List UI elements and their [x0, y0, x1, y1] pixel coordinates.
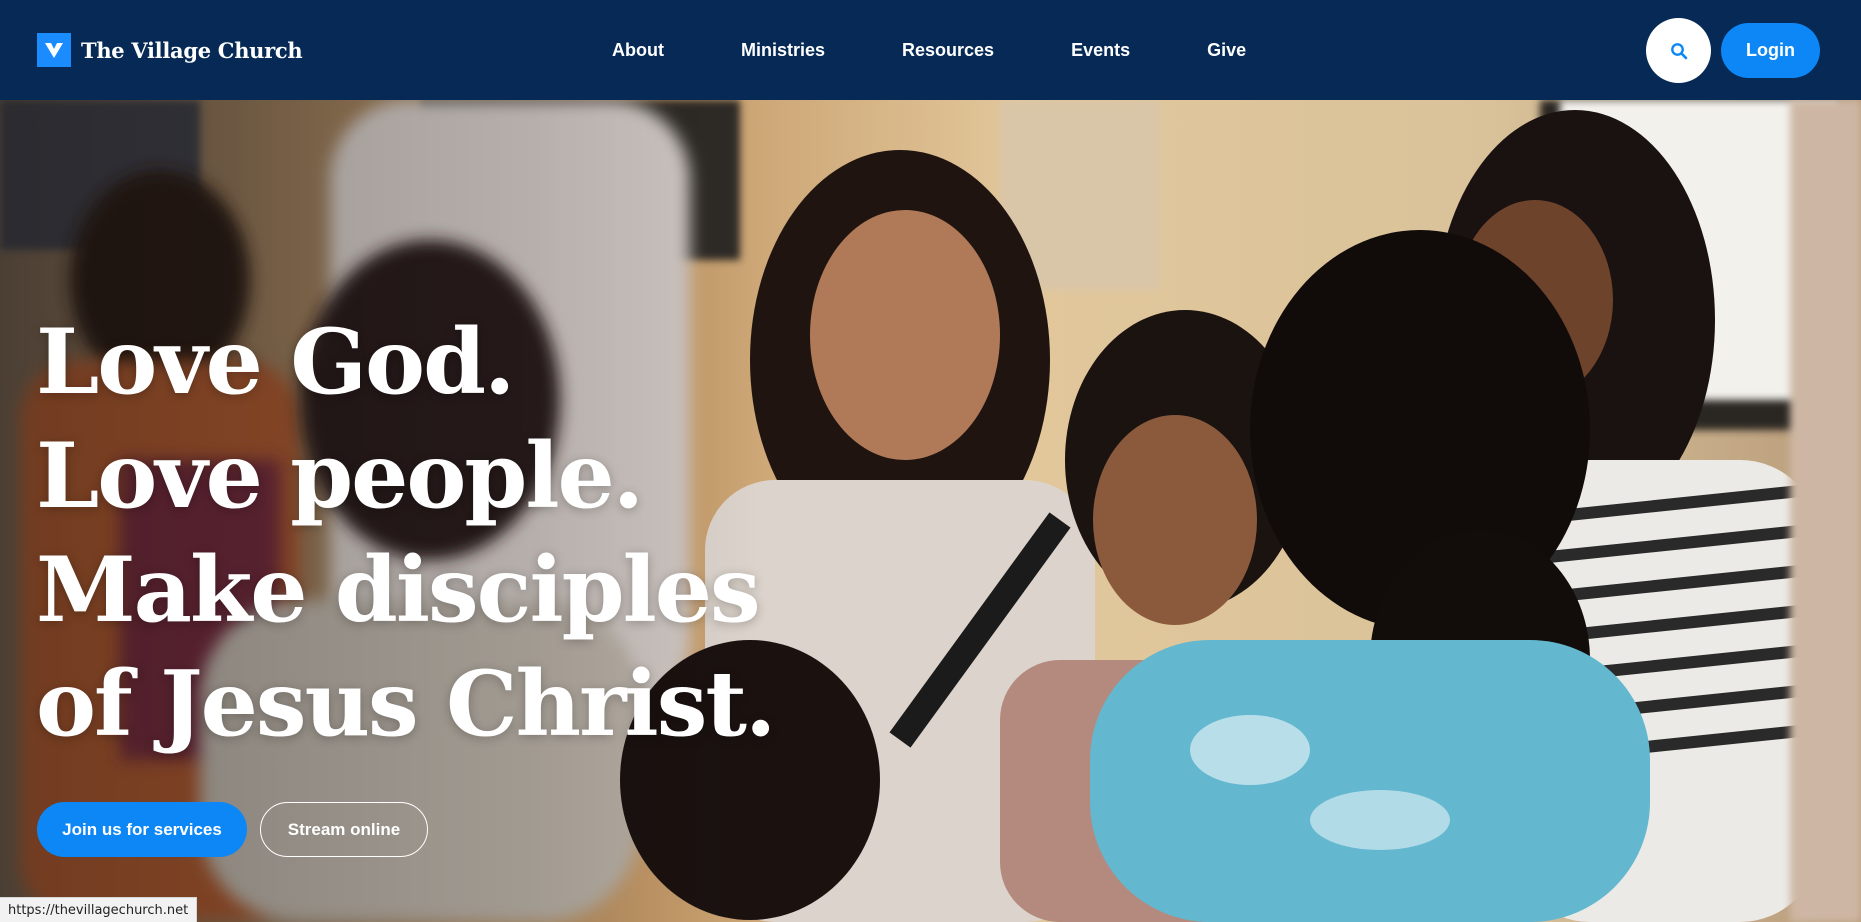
nav-item-about[interactable]: About: [612, 40, 664, 61]
headline-line-1: Love God.: [36, 309, 515, 415]
village-logo-icon: [37, 33, 71, 67]
hero-headline: Love God. Love people. Make disciples of…: [36, 305, 776, 761]
brand-name: The Village Church: [81, 37, 303, 63]
hero-section: Love God. Love people. Make disciples of…: [0, 100, 1861, 922]
join-services-button[interactable]: Join us for services: [37, 802, 247, 857]
headline-line-2: Love people.: [36, 423, 644, 529]
search-icon: [1670, 42, 1687, 59]
page: The Village Church About Ministries Reso…: [0, 0, 1861, 922]
nav-item-give[interactable]: Give: [1207, 40, 1246, 61]
nav-item-events[interactable]: Events: [1071, 40, 1130, 61]
headline-line-4: of Jesus Christ.: [36, 651, 776, 757]
login-button[interactable]: Login: [1721, 23, 1820, 78]
search-button[interactable]: [1646, 18, 1711, 83]
nav-item-ministries[interactable]: Ministries: [741, 40, 825, 61]
site-header: The Village Church About Ministries Reso…: [0, 0, 1861, 100]
stream-online-button[interactable]: Stream online: [260, 802, 428, 857]
status-bar-url: https://thevillagechurch.net: [0, 897, 198, 922]
main-nav: About Ministries Resources Events Give: [612, 0, 1246, 100]
nav-item-resources[interactable]: Resources: [902, 40, 994, 61]
brand-link[interactable]: The Village Church: [37, 33, 303, 67]
headline-line-3: Make disciples: [36, 537, 761, 643]
